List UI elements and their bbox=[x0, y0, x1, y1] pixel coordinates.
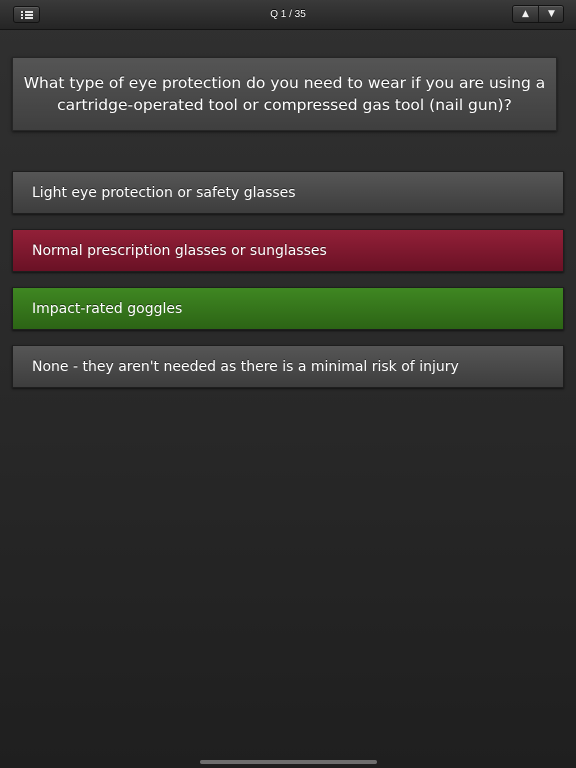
previous-question-button[interactable]: ▲ bbox=[513, 6, 539, 22]
triangle-down-icon: ▼ bbox=[548, 9, 555, 19]
answer-option-3[interactable]: Impact-rated goggles bbox=[12, 287, 564, 330]
answer-option-label: Impact-rated goggles bbox=[32, 301, 183, 317]
answer-option-1[interactable]: Light eye protection or safety glasses bbox=[12, 171, 564, 214]
triangle-up-icon: ▲ bbox=[522, 9, 529, 19]
question-counter: Q 1 / 35 bbox=[270, 9, 306, 20]
answer-option-4[interactable]: None - they aren't needed as there is a … bbox=[12, 345, 564, 388]
answer-option-label: None - they aren't needed as there is a … bbox=[32, 359, 459, 375]
answer-option-2[interactable]: Normal prescription glasses or sunglasse… bbox=[12, 229, 564, 272]
answer-option-label: Normal prescription glasses or sunglasse… bbox=[32, 243, 327, 259]
question-card: What type of eye protection do you need … bbox=[12, 57, 557, 131]
question-list-button[interactable] bbox=[13, 6, 40, 23]
next-question-button[interactable]: ▼ bbox=[539, 6, 564, 22]
answer-option-label: Light eye protection or safety glasses bbox=[32, 185, 296, 201]
question-text: What type of eye protection do you need … bbox=[23, 74, 546, 114]
question-nav-group: ▲ ▼ bbox=[512, 5, 564, 23]
list-icon bbox=[21, 11, 33, 19]
home-indicator[interactable] bbox=[200, 760, 377, 764]
top-toolbar: Q 1 / 35 ▲ ▼ bbox=[0, 0, 576, 30]
